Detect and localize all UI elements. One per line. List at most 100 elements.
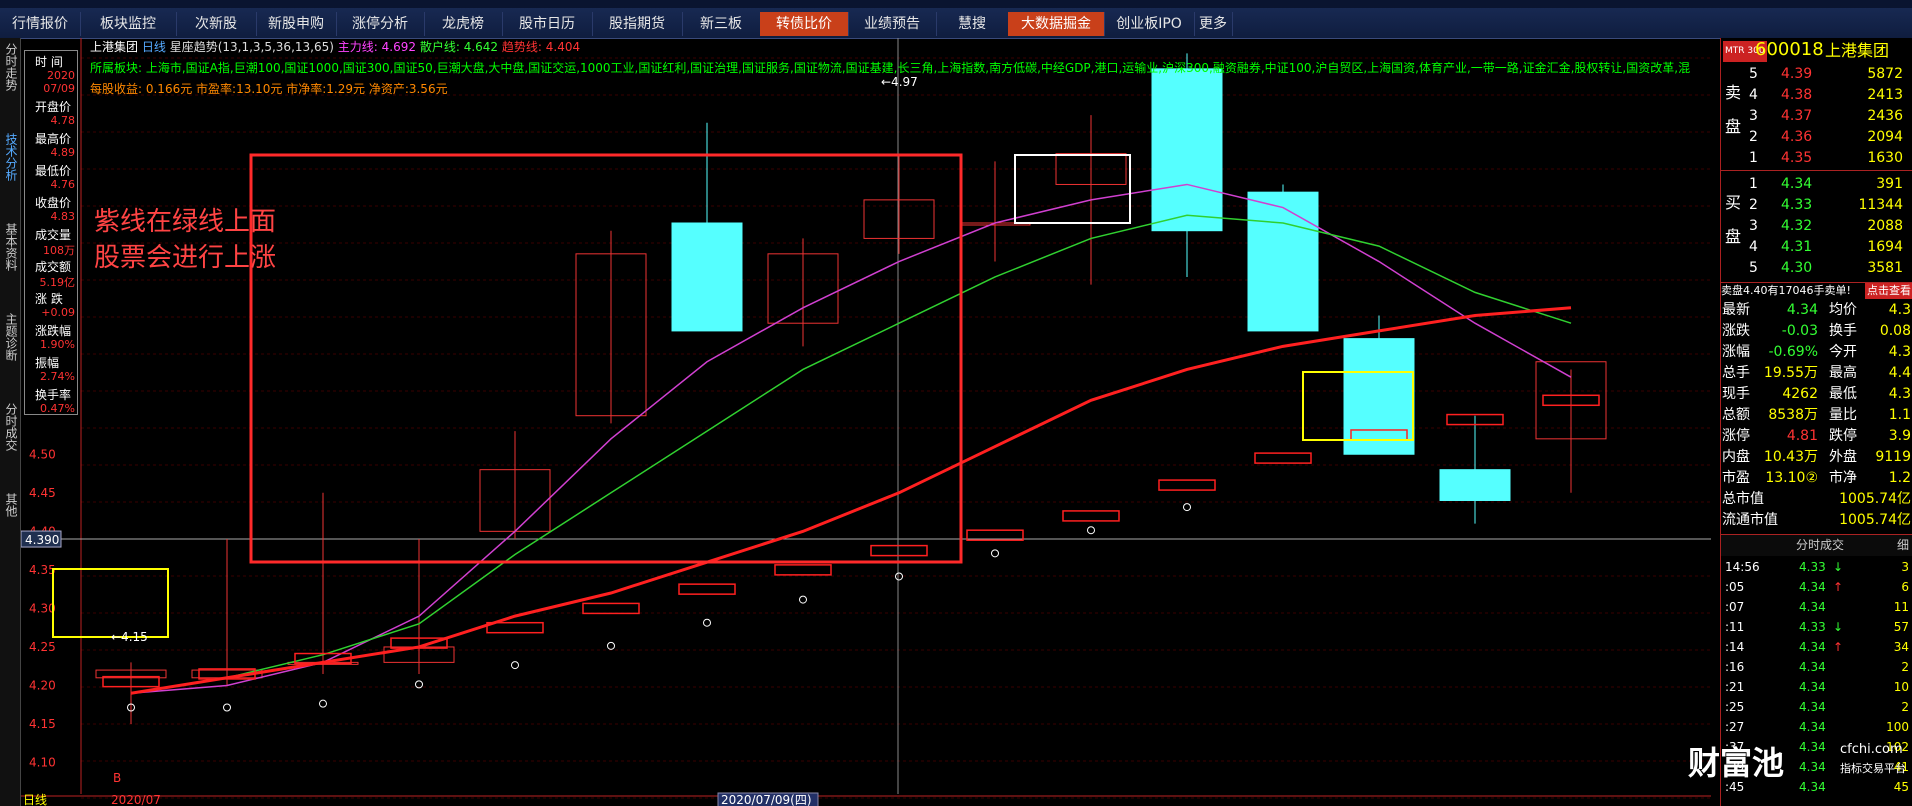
nav-tab-11[interactable]: 慧搜: [936, 12, 1009, 36]
bid-price: 4.31: [1781, 239, 1813, 255]
nav-tab-7[interactable]: 股指期货: [592, 12, 683, 36]
stat-value: 1005.74亿: [1839, 512, 1911, 528]
nav-tab-1[interactable]: 板块监控: [80, 12, 177, 36]
indicator-name: 星座趋势(13,1,3,5,36,13,65): [169, 40, 334, 54]
x-label-cursor: 2020/07/09(四): [721, 793, 812, 806]
tick-volume: 10: [1893, 680, 1909, 694]
candle-body[interactable]: [671, 222, 743, 332]
stat-row: 流通市值 1005.74亿: [1721, 510, 1912, 531]
tick-price: 4.34: [1799, 720, 1826, 734]
signal-box: [870, 544, 928, 557]
nav-tab-12[interactable]: 大数据掘金: [1008, 12, 1105, 36]
nav-tab-4[interactable]: 涨停分析: [336, 12, 425, 36]
nav-tab-13[interactable]: 创业板IPO: [1104, 12, 1195, 36]
left-tab-0[interactable]: 分时走势: [2, 43, 18, 91]
brand-subtitle: 指标交易平台: [1840, 762, 1906, 775]
stat-row: 涨幅 -0.69% 今开 4.3: [1721, 342, 1912, 363]
info-value-3: 4.83: [50, 210, 76, 223]
financial-summary: 每股收益: 0.166元 市盈率:13.10元 市净率:1.29元 净资产:3.…: [90, 82, 448, 96]
bid-row: 2 4.33 11344: [1721, 195, 1912, 216]
stat-row: 市盈 13.10② 市净 1.2: [1721, 468, 1912, 489]
info-value-0: 4.78: [50, 114, 76, 127]
nav-tab-5[interactable]: 龙虎榜: [424, 12, 503, 36]
left-tab-1[interactable]: 技术分析: [2, 133, 18, 181]
book-divider: [1721, 170, 1912, 171]
nav-tab-2[interactable]: 次新股: [176, 12, 257, 36]
stat-label: 内盘: [1722, 449, 1750, 465]
ask-price: 4.35: [1781, 150, 1813, 166]
trend-line-label: 趋势线:: [501, 40, 542, 54]
candle-body[interactable]: [1343, 338, 1415, 455]
left-tab-5[interactable]: 其他: [2, 493, 18, 517]
tick-row: :14 4.34 ↑ 34: [1721, 637, 1912, 657]
stat-row: 涨跌 -0.03 换手 0.08: [1721, 321, 1912, 342]
tick-row: :11 4.33 ↓ 57: [1721, 617, 1912, 637]
main-line-label: 主力线:: [337, 40, 378, 54]
signal-diamond: [1183, 503, 1191, 512]
signal-box: [1254, 452, 1312, 464]
candle-body[interactable]: [1247, 191, 1319, 332]
tick-row: :25 4.34 2: [1721, 697, 1912, 717]
crosshair-price-label: 4.390: [25, 533, 59, 547]
tick-volume: 3: [1901, 560, 1909, 574]
bid-volume: 11344: [1858, 197, 1903, 213]
top-menu-strip: [0, 0, 1912, 8]
ask-row: 1 4.35 1630: [1721, 148, 1912, 169]
signal-diamond: [991, 549, 999, 558]
nav-tab-8[interactable]: 新三板: [682, 12, 761, 36]
bid-volume: 391: [1876, 176, 1903, 192]
bid-level: 5: [1749, 260, 1758, 276]
ask-row: 3 4.37 2436: [1721, 106, 1912, 127]
info-value-8: 2.74%: [40, 370, 75, 383]
stat-value: 4.81: [1786, 428, 1818, 444]
bid-level: 2: [1749, 197, 1758, 213]
annotation-line-1: 紫线在绿线上面: [94, 207, 277, 237]
y-tick-label: 4.10: [29, 756, 56, 770]
tick-volume: 2: [1901, 660, 1909, 674]
click-view-button[interactable]: 点击查看: [1865, 283, 1912, 299]
y-tick-label: 4.20: [29, 679, 56, 693]
signal-diamond: [511, 661, 519, 670]
nav-tab-14[interactable]: 更多: [1194, 12, 1233, 36]
nav-tab-6[interactable]: 股市日历: [502, 12, 593, 36]
top-navigation-bar: 行情报价 板块监控 次新股 新股申购 涨停分析 龙虎榜 股市日历 股指期货 新三板 转债比价 业绩预…: [0, 0, 1912, 39]
signal-diamond: [1087, 526, 1095, 535]
left-tab-4[interactable]: 分时成交: [2, 403, 18, 451]
ask-volume: 5872: [1867, 66, 1903, 82]
left-tab-2[interactable]: 基本资料: [2, 223, 18, 271]
tick-time: :05: [1725, 580, 1745, 594]
ask-volume: 1630: [1867, 150, 1903, 166]
ask-level: 3: [1749, 108, 1758, 124]
arrow-up-icon: ↑: [1833, 640, 1844, 654]
ask-level: 1: [1749, 150, 1758, 166]
stat-row: 总手 19.55万 最高 4.4: [1721, 363, 1912, 384]
trend-line-value: 4.404: [545, 40, 581, 54]
kline-chart[interactable]: 4.104.154.204.254.304.354.404.454.504.39…: [21, 38, 1720, 806]
nav-tab-10[interactable]: 业绩预告: [848, 12, 937, 36]
bid-price: 4.33: [1781, 197, 1813, 213]
stat-value: 19.55万: [1763, 365, 1818, 381]
tick-price: 4.34: [1799, 680, 1826, 694]
tick-price: 4.34: [1799, 700, 1826, 714]
info-value-7: 1.90%: [40, 338, 75, 351]
ask-level: 5: [1749, 66, 1758, 82]
signal-box: [1062, 510, 1120, 522]
nav-tab-9[interactable]: 转债比价: [760, 12, 849, 36]
period-footer-label[interactable]: 日线: [23, 793, 47, 806]
stat-label-2: 跌停: [1829, 428, 1857, 444]
nav-tab-0[interactable]: 行情报价: [0, 12, 81, 36]
nav-tab-3[interactable]: 新股申购: [256, 12, 337, 36]
ask-price: 4.37: [1781, 108, 1813, 124]
info-label-4: 成交量: [35, 228, 72, 242]
candle-body[interactable]: [1151, 68, 1223, 232]
stat-value: 13.10②: [1765, 470, 1818, 486]
y-tick-label: 4.15: [29, 717, 56, 731]
info-label-7: 涨跌幅: [35, 324, 72, 338]
chart-annotation: 紫线在绿线上面 股票会进行上涨: [94, 204, 276, 276]
tick-price: 4.34: [1799, 780, 1826, 794]
left-tab-3[interactable]: 主题诊断: [2, 313, 18, 361]
tick-row: :07 4.34 11: [1721, 597, 1912, 617]
candle-body[interactable]: [1439, 469, 1511, 501]
annotation-line-2: 股票会进行上涨: [94, 243, 277, 273]
stat-value-2: 4.3: [1888, 302, 1911, 318]
